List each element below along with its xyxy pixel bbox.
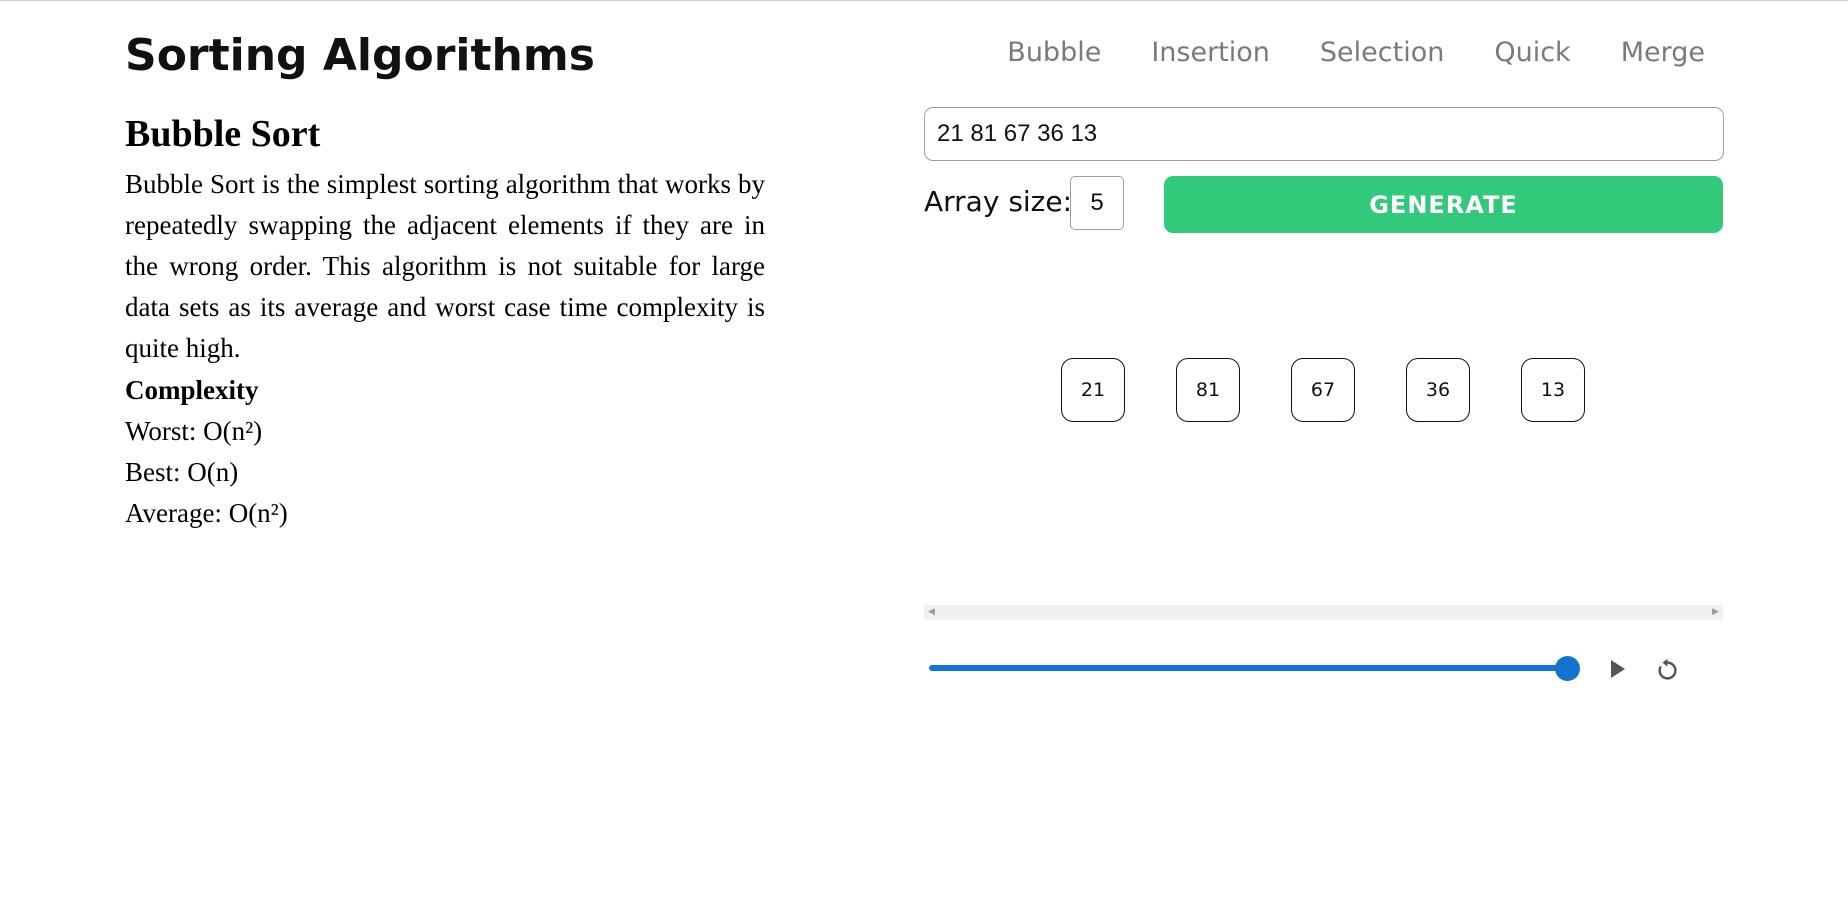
array-element: 13	[1521, 358, 1585, 422]
algorithm-title: Bubble Sort	[125, 113, 321, 155]
top-border	[0, 0, 1848, 1]
progress-slider[interactable]	[929, 665, 1567, 671]
progress-slider-thumb[interactable]	[1554, 656, 1580, 681]
array-size-input[interactable]	[1070, 176, 1124, 230]
array-size-label: Array size:	[924, 185, 1073, 218]
complexity-average: Average: O(n²)	[125, 498, 288, 528]
horizontal-scrollbar[interactable]: ◀ ▶	[924, 605, 1723, 620]
array-element: 81	[1176, 358, 1240, 422]
array-element: 21	[1061, 358, 1125, 422]
algorithm-info: Bubble Sort Bubble Sort is the simplest …	[125, 108, 765, 534]
algorithm-nav: Bubble Insertion Selection Quick Merge	[960, 28, 1705, 78]
app-title: Sorting Algorithms	[125, 30, 595, 81]
nav-item-quick[interactable]: Quick	[1494, 28, 1570, 78]
nav-item-selection[interactable]: Selection	[1320, 28, 1444, 78]
play-icon[interactable]	[1604, 656, 1630, 682]
array-input[interactable]	[924, 107, 1724, 161]
nav-item-insertion[interactable]: Insertion	[1151, 28, 1270, 78]
algorithm-description: Bubble Sort is the simplest sorting algo…	[125, 169, 765, 363]
complexity-worst: Worst: O(n²)	[125, 416, 263, 446]
array-element: 67	[1291, 358, 1355, 422]
complexity-best: Best: O(n)	[125, 457, 239, 487]
reset-icon[interactable]	[1654, 657, 1681, 684]
array-element: 36	[1406, 358, 1470, 422]
scroll-right-icon[interactable]: ▶	[1708, 605, 1723, 620]
nav-item-merge[interactable]: Merge	[1621, 28, 1705, 78]
scroll-left-icon[interactable]: ◀	[924, 605, 939, 620]
complexity-heading: Complexity	[125, 375, 259, 405]
generate-button[interactable]: GENERATE	[1164, 176, 1723, 233]
nav-item-bubble[interactable]: Bubble	[1007, 28, 1101, 78]
